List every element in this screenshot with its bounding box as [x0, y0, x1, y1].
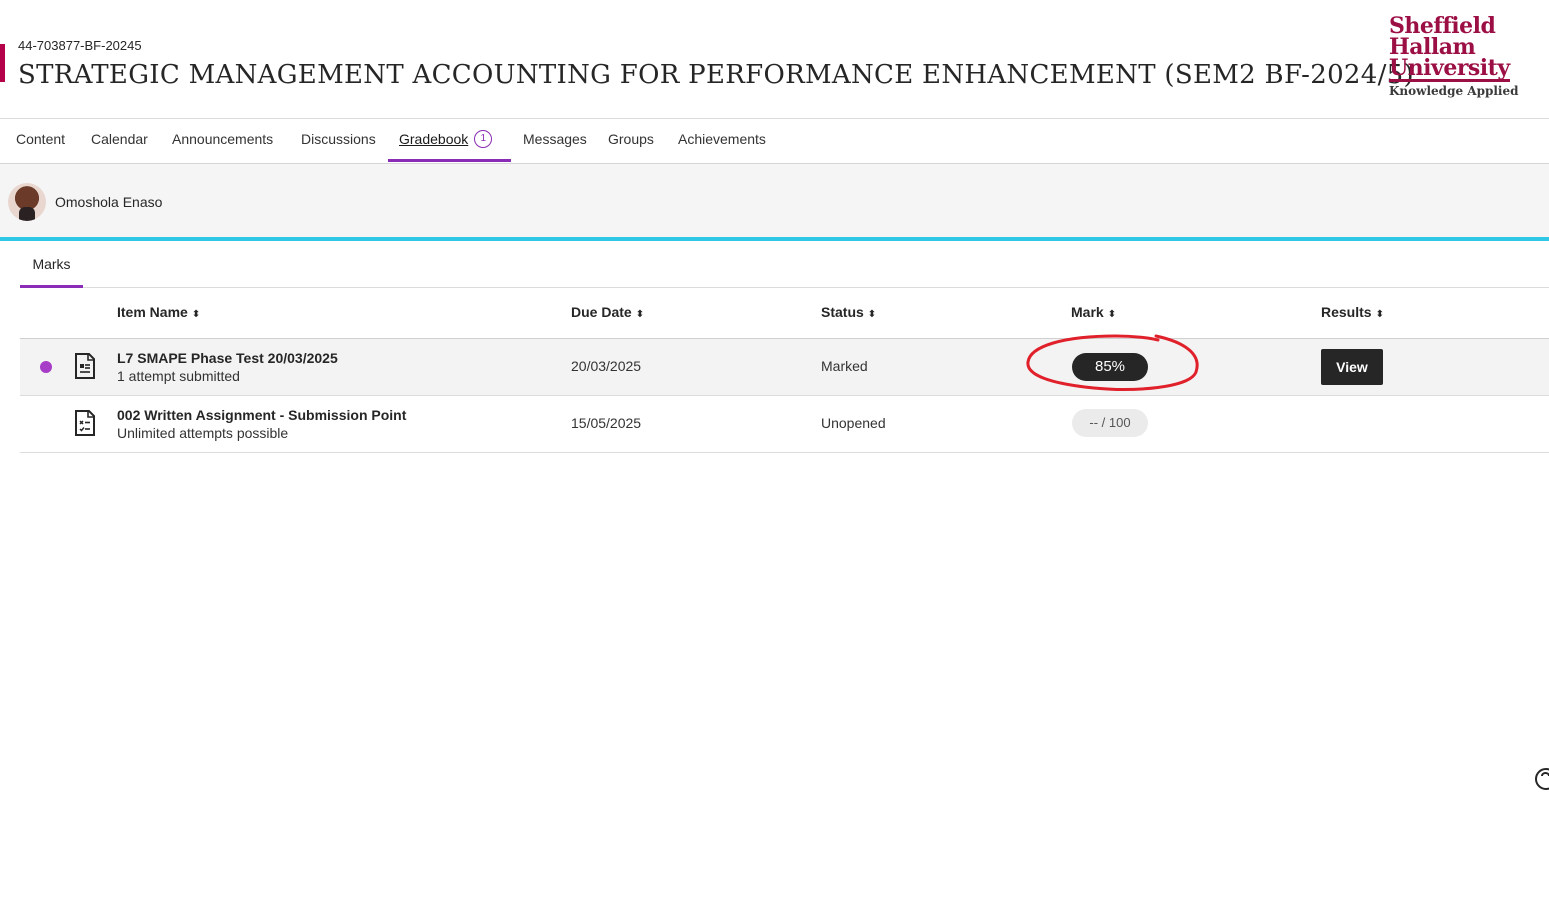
tab-label: Messages	[523, 131, 587, 147]
marks-table-header: Item Name ⬍ Due Date ⬍ Status ⬍ Mark ⬍ Resul…	[20, 288, 1549, 339]
tab-announcements[interactable]: Announcements	[172, 119, 273, 163]
tab-groups[interactable]: Groups	[608, 119, 654, 163]
gradebook-subtabs: Marks	[20, 241, 1549, 288]
item-title-link[interactable]: L7 SMAPE Phase Test 20/03/2025	[117, 350, 338, 366]
document-icon	[75, 353, 95, 379]
due-date: 15/05/2025	[571, 415, 642, 431]
due-date: 20/03/2025	[571, 358, 642, 374]
tab-label: Calendar	[91, 131, 148, 147]
tab-calendar[interactable]: Calendar	[91, 119, 148, 163]
column-label: Due Date	[571, 304, 632, 320]
sort-icon: ⬍	[867, 309, 877, 320]
column-label: Item Name	[117, 304, 188, 320]
logo-tagline: Knowledge Applied	[1389, 84, 1519, 98]
avatar[interactable]	[8, 183, 46, 221]
user-name[interactable]: Omoshola Enaso	[55, 194, 162, 210]
tab-content[interactable]: Content	[16, 119, 65, 163]
sort-icon: ⬍	[1107, 309, 1117, 320]
column-item-name[interactable]: Item Name ⬍	[117, 288, 200, 338]
active-tab-indicator	[388, 159, 511, 162]
status: Marked	[821, 358, 868, 374]
course-nav: Content Calendar Announcements Discussio…	[0, 119, 1549, 164]
item-subtitle: 1 attempt submitted	[117, 368, 240, 384]
mark-pill-empty: -- / 100	[1072, 409, 1148, 437]
mark-pill[interactable]: 85%	[1072, 353, 1148, 381]
accent-bar	[0, 44, 5, 82]
column-label: Results	[1321, 304, 1372, 320]
column-results[interactable]: Results ⬍	[1321, 288, 1384, 338]
tab-label: Achievements	[678, 131, 766, 147]
assignment-icon	[75, 410, 95, 436]
new-item-dot	[40, 361, 52, 373]
tab-label: Gradebook	[399, 131, 469, 147]
course-header: 44-703877-BF-20245 STRATEGIC MANAGEMENT …	[0, 0, 1549, 119]
column-label: Status	[821, 304, 864, 320]
item-subtitle: Unlimited attempts possible	[117, 425, 289, 441]
tab-label: Announcements	[172, 131, 274, 147]
tab-achievements[interactable]: Achievements	[678, 119, 766, 163]
tab-messages[interactable]: Messages	[523, 119, 587, 163]
user-band: Omoshola Enaso	[0, 164, 1549, 237]
column-status[interactable]: Status ⬍	[821, 288, 876, 338]
notification-badge: 1	[474, 130, 493, 149]
logo-line-3: University	[1389, 55, 1510, 82]
tab-marks[interactable]: Marks	[20, 241, 83, 287]
table-row[interactable]: 002 Written Assignment - Submission Poin…	[20, 396, 1549, 453]
view-results-button[interactable]: View	[1321, 349, 1383, 385]
tab-label: Content	[16, 131, 66, 147]
university-logo[interactable]: Sheffield Hallam University Knowledge Ap…	[1389, 15, 1529, 98]
sort-icon: ⬍	[191, 309, 201, 320]
tab-gradebook[interactable]: Gradebook 1	[399, 119, 493, 163]
help-icon[interactable]	[1533, 766, 1549, 792]
column-due-date[interactable]: Due Date ⬍	[571, 288, 644, 338]
sort-icon: ⬍	[635, 309, 645, 320]
status: Unopened	[821, 415, 886, 431]
table-row[interactable]: L7 SMAPE Phase Test 20/03/2025 1 attempt…	[20, 339, 1549, 396]
course-code: 44-703877-BF-20245	[18, 38, 142, 53]
column-label: Mark	[1071, 304, 1104, 320]
sort-icon: ⬍	[1375, 309, 1384, 320]
tab-label: Groups	[608, 131, 654, 147]
column-mark[interactable]: Mark ⬍	[1071, 288, 1116, 338]
course-title: STRATEGIC MANAGEMENT ACCOUNTING FOR PERF…	[18, 60, 1414, 90]
item-title-link[interactable]: 002 Written Assignment - Submission Poin…	[117, 407, 406, 423]
tab-label: Discussions	[301, 131, 376, 147]
tab-discussions[interactable]: Discussions	[301, 119, 376, 163]
